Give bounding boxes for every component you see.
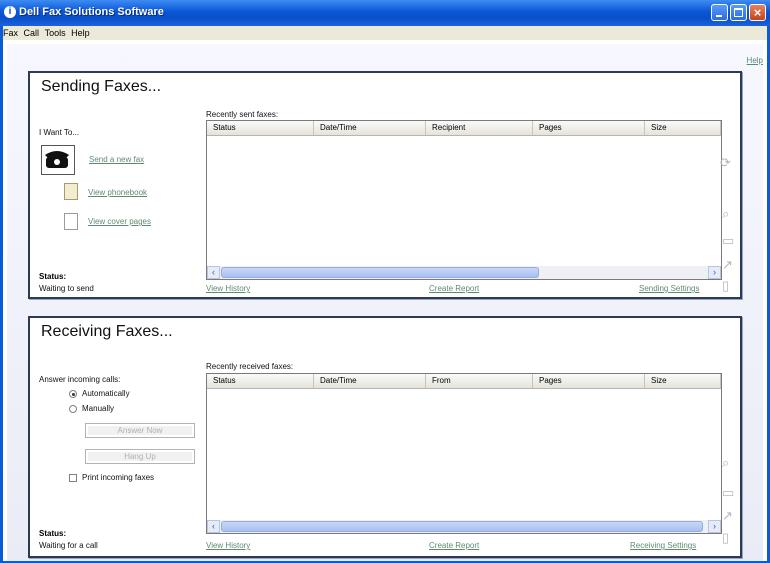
menu-help[interactable]: Help (71, 26, 93, 38)
column-recipient[interactable]: Recipient (426, 121, 533, 135)
manual-answer-label: Manually (82, 404, 115, 413)
recently-sent-caption: Recently sent faxes: (206, 110, 279, 119)
print-incoming-label: Print incoming faxes (82, 473, 155, 482)
received-view-history-link[interactable]: View History (206, 541, 250, 550)
received-create-report-link[interactable]: Create Report (429, 541, 479, 550)
refresh-icon[interactable]: ⟳ (720, 155, 731, 171)
menu-tools[interactable]: Tools (45, 26, 69, 38)
sent-faxes-list[interactable]: Status Date/Time Recipient Pages Size ‹ … (206, 120, 722, 280)
answer-now-button[interactable]: Answer Now (85, 423, 195, 438)
column-from[interactable]: From (426, 374, 533, 388)
menu-bar: Fax Call Tools Help (3, 26, 767, 40)
sending-settings-link[interactable]: Sending Settings (639, 284, 700, 293)
view-icon[interactable]: ⌕ (722, 455, 729, 471)
close-button[interactable]: × (749, 4, 766, 21)
column-size[interactable]: Size (645, 121, 721, 135)
auto-answer-radio[interactable] (69, 390, 77, 398)
phonebook-icon[interactable] (64, 183, 78, 200)
delete-icon[interactable]: ▯ (722, 278, 729, 294)
title-bar[interactable]: i Dell Fax Solutions Software × (0, 0, 770, 26)
window-title: Dell Fax Solutions Software (19, 6, 164, 18)
receiving-status-value: Waiting for a call (39, 541, 98, 550)
sending-heading: Sending Faxes... (41, 78, 162, 95)
sending-status-value: Waiting to send (39, 284, 94, 293)
close-icon: × (753, 5, 762, 20)
view-cover-pages-link[interactable]: View cover pages (88, 217, 151, 226)
cover-page-icon[interactable] (64, 213, 78, 230)
print-incoming-checkbox[interactable] (69, 474, 77, 482)
print-icon[interactable]: ▭ (722, 485, 734, 501)
forward-icon[interactable]: ↗ (722, 508, 733, 524)
phone-icon[interactable] (41, 145, 75, 175)
column-pages[interactable]: Pages (533, 374, 645, 388)
print-icon[interactable]: ▭ (722, 233, 734, 249)
help-link[interactable]: Help (747, 56, 763, 65)
answer-incoming-label: Answer incoming calls: (39, 375, 121, 384)
client-area: Help Sending Faxes... I Want To... Send … (3, 40, 767, 561)
forward-icon[interactable]: ↗ (722, 257, 733, 273)
column-date-time[interactable]: Date/Time (314, 374, 426, 388)
view-icon[interactable]: ⌕ (722, 206, 729, 222)
send-new-fax-link[interactable]: Send a new fax (89, 155, 144, 164)
sent-horizontal-scrollbar[interactable]: ‹ › (207, 266, 721, 279)
scroll-right-icon[interactable]: › (708, 266, 721, 279)
sending-panel: Sending Faxes... I Want To... Send a new… (28, 71, 742, 299)
auto-answer-label: Automatically (82, 389, 130, 398)
menu-call[interactable]: Call (24, 26, 43, 38)
scroll-thumb[interactable] (221, 267, 539, 278)
sending-status-label: Status: (39, 272, 67, 281)
receiving-heading: Receiving Faxes... (41, 323, 173, 340)
receiving-status-label: Status: (39, 529, 67, 538)
scroll-right-icon[interactable]: › (708, 520, 721, 533)
menu-fax[interactable]: Fax (3, 26, 21, 38)
scroll-left-icon[interactable]: ‹ (207, 266, 220, 279)
sent-create-report-link[interactable]: Create Report (429, 284, 479, 293)
maximize-button[interactable] (730, 4, 747, 21)
manual-answer-radio[interactable] (69, 405, 77, 413)
app-icon: i (4, 6, 16, 18)
received-faxes-list[interactable]: Status Date/Time From Pages Size ‹ › (206, 373, 722, 534)
column-status[interactable]: Status (207, 121, 314, 135)
column-status[interactable]: Status (207, 374, 314, 388)
sent-view-history-link[interactable]: View History (206, 284, 250, 293)
received-horizontal-scrollbar[interactable]: ‹ › (207, 520, 721, 533)
scroll-left-icon[interactable]: ‹ (207, 520, 220, 533)
receiving-settings-link[interactable]: Receiving Settings (630, 541, 696, 550)
recently-received-caption: Recently received faxes: (206, 362, 294, 371)
received-list-header: Status Date/Time From Pages Size (207, 374, 721, 389)
i-want-to-label: I Want To... (39, 128, 80, 137)
sent-list-header: Status Date/Time Recipient Pages Size (207, 121, 721, 136)
sent-list-body (207, 136, 721, 266)
receiving-panel: Receiving Faxes... Answer incoming calls… (28, 316, 742, 558)
app-window: i Dell Fax Solutions Software × Fax Call… (0, 0, 770, 563)
delete-icon[interactable]: ▯ (722, 530, 729, 546)
minimize-button[interactable] (711, 4, 728, 21)
column-size[interactable]: Size (645, 374, 721, 388)
column-date-time[interactable]: Date/Time (314, 121, 426, 135)
received-list-body (207, 389, 721, 520)
hang-up-button[interactable]: Hang Up (85, 449, 195, 464)
column-pages[interactable]: Pages (533, 121, 645, 135)
scroll-thumb[interactable] (221, 521, 703, 532)
view-phonebook-link[interactable]: View phonebook (88, 188, 147, 197)
